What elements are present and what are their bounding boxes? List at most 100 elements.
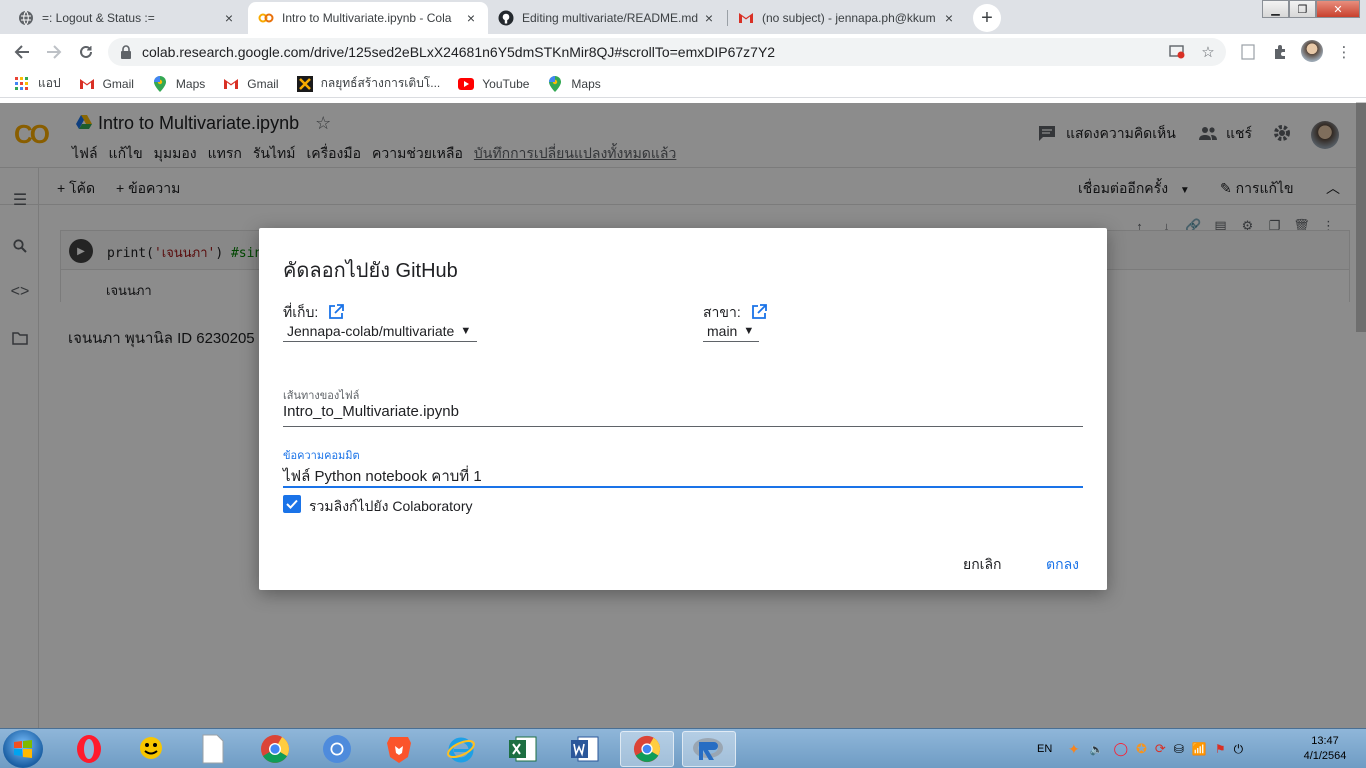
joomla-icon <box>296 75 313 92</box>
windows-logo-icon <box>14 740 32 758</box>
start-button[interactable] <box>3 730 43 768</box>
youtube-icon <box>458 76 475 92</box>
github-icon <box>498 10 514 26</box>
tab-gmail[interactable]: (no subject) - jennapa.ph@kkum × <box>728 2 966 34</box>
opera-taskbar-icon[interactable] <box>62 731 116 767</box>
dialog-title: คัดลอกไปยัง GitHub <box>283 260 458 282</box>
r-taskbar-icon[interactable] <box>682 731 736 767</box>
maps-pin-icon <box>547 75 563 92</box>
clock-time: 13:47 <box>1311 735 1339 747</box>
include-link-label[interactable]: รวมลิงก์ไปยัง Colaboratory <box>309 496 473 518</box>
forward-arrow-icon[interactable] <box>42 40 66 64</box>
tab-github-readme[interactable]: Editing multivariate/README.md × <box>488 2 726 34</box>
word-taskbar-icon[interactable] <box>558 731 612 767</box>
include-link-checkbox[interactable] <box>283 495 301 513</box>
bookmark-label: Gmail <box>102 76 134 91</box>
browser-toolbar: colab.research.google.com/drive/125sed2e… <box>0 34 1366 70</box>
branch-select[interactable]: main ▼ <box>703 320 759 342</box>
apps-grid-icon <box>14 76 30 92</box>
tab-title: (no subject) - jennapa.ph@kkum <box>762 11 936 25</box>
chevron-down-icon: ▼ <box>743 324 755 337</box>
bookmark-gmail[interactable]: Gmail <box>79 76 134 92</box>
url-text: colab.research.google.com/drive/125sed2e… <box>142 44 776 60</box>
system-clock[interactable]: 13:47 4/1/2564 <box>1300 734 1350 764</box>
tab-logout-status[interactable]: =: Logout & Status := × <box>8 2 246 34</box>
language-indicator[interactable]: EN <box>1037 729 1052 768</box>
reload-icon[interactable] <box>74 40 98 64</box>
system-tray: ✦ 🔈 ◯ ✪ ⟳ ⛁ 📶 ⚑ ⏻ <box>1068 729 1243 768</box>
network-signal-icon[interactable]: 📶 <box>1192 742 1207 756</box>
excel-taskbar-icon[interactable] <box>496 731 550 767</box>
profile-avatar[interactable] <box>1301 40 1323 62</box>
bookmark-label: Maps <box>175 76 206 91</box>
avast-icon[interactable]: ✦ <box>1068 741 1080 758</box>
tab-title: Intro to Multivariate.ipynb - Cola <box>282 11 452 25</box>
repository-value: Jennapa-colab/multivariate <box>287 322 455 339</box>
sync-tray-icon[interactable]: ⟳ <box>1155 741 1166 757</box>
bookmark-label: YouTube <box>482 76 530 91</box>
bookmark-label: Gmail <box>247 76 279 91</box>
gmail-icon <box>738 10 754 26</box>
more-vert-icon[interactable]: ⋮ <box>1334 42 1354 62</box>
file-path-input[interactable]: Intro_to_Multivariate.ipynb <box>283 401 1083 427</box>
minimize-icon[interactable]: ▁ <box>1262 0 1289 18</box>
new-tab-button[interactable]: + <box>973 4 1001 32</box>
bookmark-apps[interactable]: แอป <box>14 74 61 93</box>
game-taskbar-icon[interactable] <box>124 731 178 767</box>
volume-icon[interactable]: 🔈 <box>1090 743 1104 756</box>
bookmark-growth-strategy[interactable]: กลยุทธ์สร้างการเติบโ... <box>296 74 441 93</box>
bookmark-youtube[interactable]: YouTube <box>458 76 529 92</box>
internet-explorer-taskbar-icon[interactable] <box>434 731 488 767</box>
bookmark-label: แอป <box>38 76 61 90</box>
branch-value: main <box>707 322 738 339</box>
gmail-icon <box>79 76 95 92</box>
bookmark-label: Maps <box>571 76 601 91</box>
chrome-taskbar-icon[interactable] <box>248 731 302 767</box>
brave-taskbar-icon[interactable] <box>372 731 426 767</box>
close-icon[interactable]: × <box>464 10 478 26</box>
chromium-taskbar-icon[interactable] <box>310 731 364 767</box>
tab-title: =: Logout & Status := <box>42 11 155 25</box>
power-icon[interactable]: ⏻ <box>1234 742 1244 757</box>
tab-strip: =: Logout & Status := × Intro to Multiva… <box>0 0 1366 34</box>
close-icon[interactable]: × <box>702 10 716 26</box>
cancel-button[interactable]: ยกเลิก <box>963 554 1002 576</box>
check-icon <box>286 499 298 509</box>
bookmark-star-icon[interactable]: ☆ <box>1198 42 1218 62</box>
clock-date: 4/1/2564 <box>1303 750 1347 762</box>
flag-alert-icon[interactable]: ⚑ <box>1215 742 1226 756</box>
tab-title: Editing multivariate/README.md <box>522 11 699 25</box>
opera-tray-icon[interactable]: ◯ <box>1113 741 1128 757</box>
window-controls: ▁ ❐ ✕ <box>1262 0 1360 18</box>
close-icon[interactable]: × <box>942 10 956 26</box>
windows-taskbar: EN ✦ 🔈 ◯ ✪ ⟳ ⛁ 📶 ⚑ ⏻ 13:47 4/1/2564 <box>0 728 1366 768</box>
bookmark-gmail-2[interactable]: Gmail <box>223 76 279 92</box>
gmail-icon <box>223 76 239 92</box>
blocked-popup-icon[interactable] <box>1167 42 1187 62</box>
usb-tray-icon[interactable]: ⛁ <box>1174 742 1184 756</box>
address-bar[interactable]: colab.research.google.com/drive/125sed2e… <box>108 38 1226 66</box>
tab-colab-notebook[interactable]: Intro to Multivariate.ipynb - Cola × <box>248 2 488 34</box>
star-tray-icon[interactable]: ✪ <box>1136 741 1147 757</box>
restore-icon[interactable]: ❐ <box>1289 0 1316 18</box>
window-close-icon[interactable]: ✕ <box>1316 0 1360 18</box>
repository-select[interactable]: Jennapa-colab/multivariate ▼ <box>283 320 477 342</box>
ok-button[interactable]: ตกลง <box>1046 554 1079 576</box>
commit-message-input[interactable]: ไฟล์ Python notebook คาบที่ 1 <box>283 462 1083 488</box>
copy-to-github-dialog: คัดลอกไปยัง GitHub ที่เก็บ: Jennapa-cola… <box>259 228 1107 590</box>
chrome-active-taskbar-icon[interactable] <box>620 731 674 767</box>
extensions-puzzle-icon[interactable] <box>1270 42 1290 62</box>
bookmark-maps[interactable]: Maps <box>152 75 206 92</box>
file-taskbar-icon[interactable] <box>186 731 240 767</box>
colab-icon <box>258 10 274 26</box>
bookmark-label: กลยุทธ์สร้างการเติบโ... <box>320 76 441 90</box>
close-icon[interactable]: × <box>222 10 236 26</box>
globe-icon <box>18 10 34 26</box>
bookmarks-bar: แอป Gmail Maps Gmail กลยุทธ์สร้างการเติบ… <box>0 70 1366 98</box>
maps-pin-icon <box>152 75 168 92</box>
back-arrow-icon[interactable] <box>10 40 34 64</box>
extension-page-icon[interactable] <box>1238 42 1258 62</box>
bookmark-maps-2[interactable]: Maps <box>547 75 601 92</box>
lock-icon <box>120 45 132 59</box>
chevron-down-icon: ▼ <box>460 324 472 337</box>
